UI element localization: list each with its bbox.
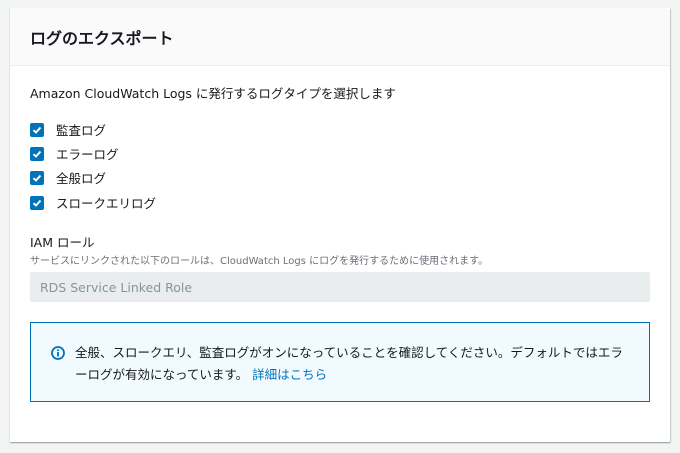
info-alert: 全般、スロークエリ、監査ログがオンになっていることを確認してください。デフォルト… <box>30 322 650 402</box>
log-export-panel: ログのエクスポート Amazon CloudWatch Logs に発行するログ… <box>10 8 670 442</box>
checkbox-label: 全般ログ <box>56 171 107 186</box>
checkbox-general-log[interactable]: 全般ログ <box>30 168 106 187</box>
checkbox-label: 監査ログ <box>56 123 107 138</box>
info-text: 全般、スロークエリ、監査ログがオンになっていることを確認してください。デフォルト… <box>75 345 623 382</box>
checkbox-slow-query-log[interactable]: スロークエリログ <box>30 193 156 212</box>
checkbox-error-log[interactable]: エラーログ <box>30 144 119 163</box>
checkbox-checked-icon[interactable] <box>30 122 44 137</box>
checkbox-label: エラーログ <box>56 147 119 162</box>
panel-title: ログのエクスポート <box>30 28 174 48</box>
checkbox-checked-icon[interactable] <box>30 195 44 210</box>
iam-role-label: IAM ロール <box>30 235 95 250</box>
iam-role-hint: サービスにリンクされた以下のロールは、CloudWatch Logs にログを発… <box>30 256 489 267</box>
panel-header: ログのエクスポート <box>10 8 670 66</box>
checkbox-audit-log[interactable]: 監査ログ <box>30 120 106 139</box>
checkbox-checked-icon[interactable] <box>30 170 44 185</box>
checkbox-label: スロークエリログ <box>56 196 157 211</box>
info-icon <box>51 345 65 367</box>
checkbox-checked-icon[interactable] <box>30 146 44 161</box>
learn-more-link[interactable]: 詳細はこちら <box>252 367 327 382</box>
iam-role-input: RDS Service Linked Role <box>30 272 650 302</box>
description: Amazon CloudWatch Logs に発行するログタイプを選択します <box>30 86 396 101</box>
iam-role-value: RDS Service Linked Role <box>40 279 193 295</box>
